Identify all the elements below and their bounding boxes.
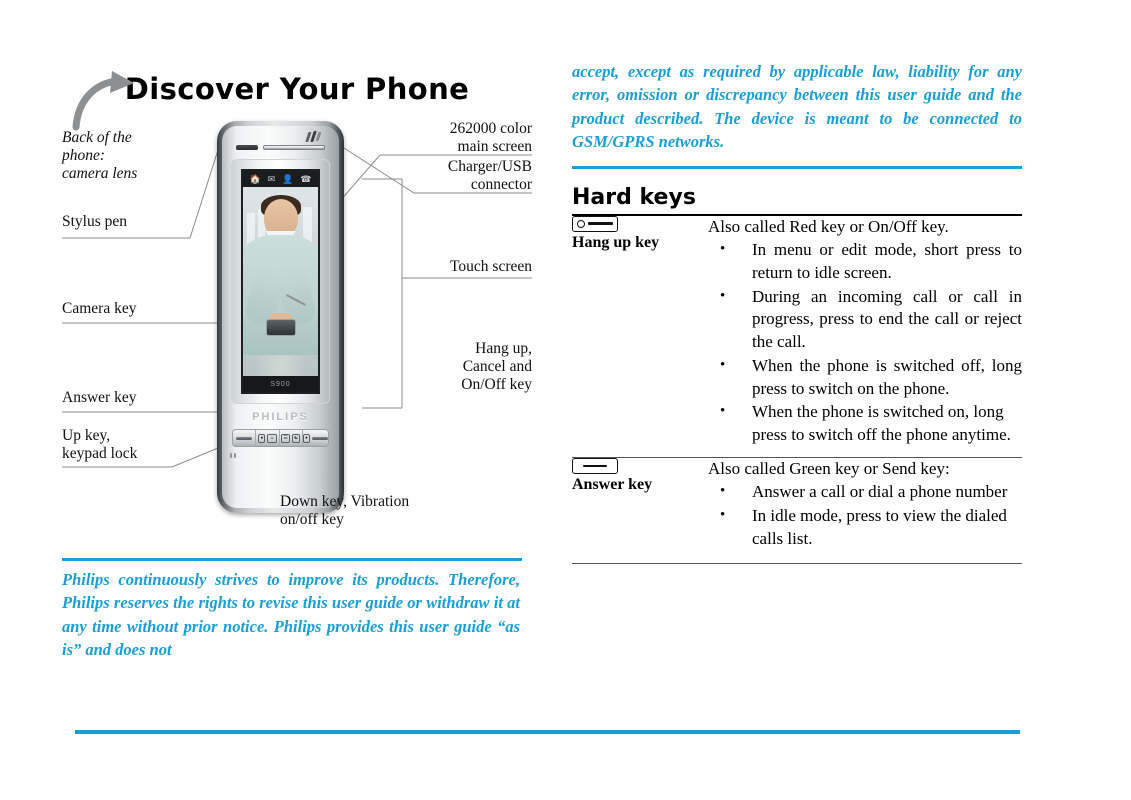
- hangup-key-description: Also called Red key or On/Off key. In me…: [708, 216, 1022, 447]
- call-icon: ☎: [300, 173, 312, 184]
- list-item: Answer a call or dial a phone number: [708, 481, 1022, 504]
- phone-key-row: ● ☺ ☰ ☯ ●: [232, 429, 329, 447]
- callout-stylus-pen: Stylus pen: [62, 213, 128, 230]
- answer-lead-text: Also called Green key or Send key:: [708, 459, 950, 479]
- list-item: During an incoming call or call in progr…: [708, 286, 1022, 354]
- hangup-key-name: Hang up key: [572, 233, 660, 251]
- answer-key-name: Answer key: [572, 476, 653, 494]
- phone-body: 🏠 ✉ 👤 ☎ S900 PHILIPS ● ☺ ☰ ☯ ● ᛏ: [222, 126, 339, 508]
- hard-keys-table-2: Answer key Also called Green key or Send…: [572, 458, 1022, 551]
- hangup-bullet-list: In menu or edit mode, short press to ret…: [708, 239, 1022, 447]
- list-item: In menu or edit mode, short press to ret…: [708, 239, 1022, 285]
- hard-keys-table: Hang up key Also called Red key or On/Of…: [572, 215, 1022, 447]
- phone-brand-label: PHILIPS: [252, 411, 309, 423]
- phone-illustration: 🏠 ✉ 👤 ☎ S900 PHILIPS ● ☺ ☰ ☯ ● ᛏ: [217, 121, 344, 513]
- earpiece-speaker: [236, 144, 325, 150]
- answer-bullet-list: Answer a call or dial a phone number In …: [708, 481, 1022, 550]
- hangup-key-cell: Hang up key: [572, 215, 708, 447]
- right-legal-notice: accept, except as required by applicable…: [572, 62, 1022, 152]
- callout-down-key: Down key, Vibration on/off key: [280, 493, 410, 528]
- left-column: Discover Your Phone 🏠 ✉ 👤 ☎ S900 PHILIPS…: [62, 60, 532, 680]
- indicator-lights-icon: [305, 131, 331, 142]
- key-bar-icon: [583, 464, 607, 468]
- callout-main-screen: 262000 color main screen: [449, 120, 532, 155]
- callout-answer-key: Answer key: [62, 389, 137, 406]
- screen-bezel: 🏠 ✉ 👤 ☎ S900: [231, 159, 330, 404]
- hard-keys-heading: Hard keys: [572, 184, 696, 210]
- answer-key-description: Also called Green key or Send key: Answe…: [708, 458, 1022, 551]
- screen-model-label: S900: [243, 376, 318, 392]
- hard-keys-bottom-rule: [572, 562, 1022, 564]
- list-item: When the phone is switched on, long pres…: [708, 401, 1022, 447]
- right-divider-rule: [572, 165, 1022, 169]
- callout-up-key: Up key, keypad lock: [62, 427, 138, 462]
- envelope-icon: ✉: [267, 173, 276, 184]
- bluetooth-icon: ᛏ: [318, 475, 326, 487]
- phone-diagram: 🏠 ✉ 👤 ☎ S900 PHILIPS ● ☺ ☰ ☯ ● ᛏ Back of…: [62, 71, 532, 540]
- callout-back-of-phone: Back of the phone: camera lens: [62, 129, 138, 182]
- home-icon: 🏠: [249, 173, 261, 184]
- left-legal-notice: Philips continuously strives to improve …: [62, 570, 520, 660]
- up-key-button: ● ☺: [256, 430, 280, 446]
- right-column: accept, except as required by applicable…: [572, 60, 1022, 564]
- microphone-icon: [230, 453, 238, 458]
- down-key-button: ☰ ☯: [280, 430, 303, 446]
- callout-charger-usb: Charger/USB connector: [447, 158, 532, 193]
- key-dot-icon: [577, 219, 585, 228]
- answer-key-button: [233, 430, 257, 446]
- back-of-phone-arrow-icon: [72, 71, 134, 131]
- table-row: Answer key Also called Green key or Send…: [572, 458, 1022, 551]
- hangup-lead-text: Also called Red key or On/Off key.: [708, 216, 949, 236]
- phone-screen: 🏠 ✉ 👤 ☎ S900: [241, 169, 320, 394]
- hang-up-key-icon: [572, 215, 618, 232]
- table-row: Hang up key Also called Red key or On/Of…: [572, 215, 1022, 447]
- key-bar-icon: [588, 222, 613, 225]
- manual-page: Discover Your Phone 🏠 ✉ 👤 ☎ S900 PHILIPS…: [0, 0, 1131, 800]
- callout-touch-screen: Touch screen: [450, 258, 532, 275]
- screen-wallpaper: [243, 187, 318, 376]
- hangup-key-button: ●: [302, 430, 328, 446]
- contact-icon: 👤: [282, 173, 294, 184]
- answer-key-cell: Answer key: [572, 458, 708, 551]
- list-item: When the phone is switched off, long pre…: [708, 355, 1022, 401]
- list-item: In idle mode, press to view the dialed c…: [708, 505, 1022, 551]
- left-divider-rule: [62, 558, 522, 561]
- screen-status-bar: 🏠 ✉ 👤 ☎: [243, 171, 318, 187]
- answer-key-icon: [572, 458, 618, 475]
- callout-camera-key: Camera key: [62, 300, 137, 317]
- callout-hang-up: Hang up, Cancel and On/Off key: [461, 340, 532, 393]
- page-footer-rule: [75, 730, 1020, 734]
